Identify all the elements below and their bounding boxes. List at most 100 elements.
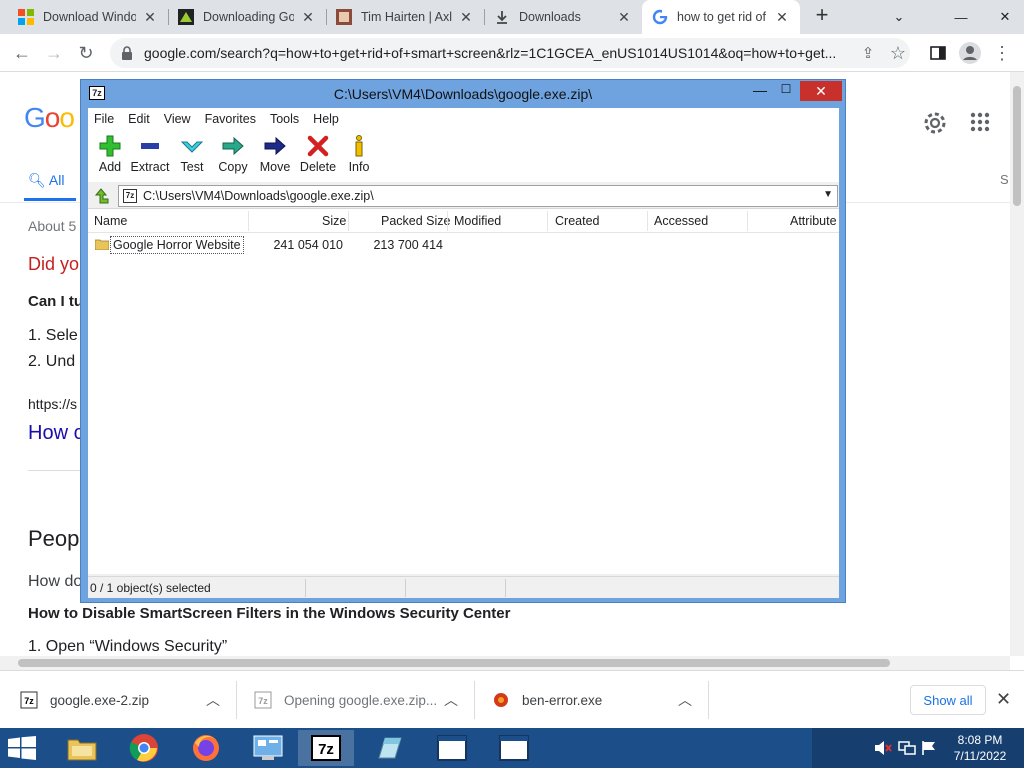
copy-arrow-icon [222,136,244,156]
settings-gear-icon[interactable] [922,110,948,136]
page-horizontal-scrollbar[interactable] [0,656,1010,670]
menu-tools[interactable]: Tools [270,112,299,126]
people-also-ask-question[interactable]: How do [28,573,82,591]
volume-muted-icon[interactable] [874,740,892,756]
window-close-icon[interactable]: ✕ [800,81,842,101]
tab-title: how to get rid of [677,10,766,24]
new-tab-button[interactable]: + [810,4,834,28]
tab-tim-hairten[interactable]: Tim Hairten | Axl ✕ [326,0,484,34]
did-you-mean[interactable]: Did yo [28,254,79,275]
zip-file-icon: 7z [254,691,272,709]
chevron-up-icon[interactable]: ︿ [678,690,692,710]
menu-edit[interactable]: Edit [128,112,150,126]
column-attributes[interactable]: Attribute [790,214,837,228]
reload-icon[interactable]: ↻ [74,41,98,65]
bookmark-star-icon[interactable]: ☆ [886,41,910,65]
close-icon[interactable]: ✕ [996,689,1011,710]
forward-icon[interactable]: → [42,41,66,65]
share-icon[interactable]: ⇪ [856,41,880,65]
result-url[interactable]: https://s [28,396,77,412]
download-item[interactable]: 7z Opening google.exe.zip... ︿ [254,671,468,729]
7zip-title-bar[interactable]: 7z C:\Users\VM4\Downloads\google.exe.zip… [81,80,845,107]
window-close-icon[interactable]: ✕ [982,0,1024,34]
download-filename: Opening google.exe.zip... [284,692,438,708]
taskbar-chrome[interactable] [116,730,172,766]
add-button[interactable]: Add [88,134,132,174]
clock-date: 7/11/2022 [953,749,1007,763]
site-favicon-icon [336,9,352,25]
close-icon[interactable]: ✕ [142,9,158,26]
taskbar-firefox[interactable] [178,730,234,766]
folder-up-icon[interactable] [92,187,110,205]
tab-google-search[interactable]: how to get rid of ✕ [642,0,800,34]
taskbar-7zip[interactable]: 7z [298,730,354,766]
close-icon[interactable]: ✕ [300,9,316,26]
archive-file-list[interactable]: Name Size Packed Size Modified Created A… [88,208,839,574]
column-name[interactable]: Name [94,214,127,228]
tab-downloads[interactable]: Downloads ✕ [484,0,642,34]
copy-button[interactable]: Copy [211,134,255,174]
column-accessed[interactable]: Accessed [654,214,708,228]
tab-all[interactable]: 🔍︎ All [28,172,64,189]
start-windows-icon[interactable] [8,736,36,760]
restore-icon[interactable] [940,0,986,34]
google-apps-icon[interactable] [970,112,990,132]
tab-download-windows[interactable]: Download Windo ✕ [8,0,168,34]
close-icon[interactable]: ✕ [774,9,790,26]
menu-help[interactable]: Help [313,112,339,126]
show-all-button[interactable]: Show all [910,685,986,715]
maximize-icon[interactable]: ☐ [775,82,797,100]
action-center-flag-icon[interactable] [920,740,938,756]
snippet-step: 2. Und [28,353,76,370]
tab-search-chevron-icon[interactable]: ⌄ [876,0,922,34]
7zip-client-area: File Edit View Favorites Tools Help Add … [88,108,839,598]
info-button[interactable]: Info [337,134,381,174]
address-url: google.com/search?q=how+to+get+rid+of+sm… [144,45,837,61]
taskbar-window[interactable] [486,730,542,766]
menu-file[interactable]: File [94,112,114,126]
taskbar-window[interactable] [424,730,480,766]
chevron-down-icon[interactable]: ▼ [823,189,833,200]
tab-strip: Download Windo ✕ Downloading Go ✕ Tim Ha… [0,0,1024,34]
column-size[interactable]: Size [322,214,346,228]
tab-downloading[interactable]: Downloading Go ✕ [168,0,326,34]
back-icon[interactable]: ← [10,41,34,65]
path-combobox[interactable]: 7z C:\Users\VM4\Downloads\google.exe.zip… [118,185,838,207]
profile-avatar-icon[interactable] [958,41,982,65]
menu-favorites[interactable]: Favorites [205,112,256,126]
address-bar[interactable]: google.com/search?q=how+to+get+rid+of+sm… [110,38,910,68]
menu-view[interactable]: View [164,112,191,126]
browser-menu-icon[interactable]: ⋮ [990,41,1014,65]
add-plus-icon [99,135,121,157]
network-icon[interactable] [898,740,916,756]
snippet-step: 1. Sele [28,327,78,344]
result-title-link[interactable]: How c [28,422,84,445]
download-filename: google.exe-2.zip [50,692,150,708]
test-button[interactable]: Test [170,134,214,174]
close-icon[interactable]: ✕ [616,9,632,26]
side-panel-icon[interactable] [926,41,950,65]
extract-button[interactable]: Extract [128,134,172,174]
extract-minus-icon [141,143,159,149]
minimize-icon[interactable]: — [749,82,771,100]
search-tools-label[interactable]: S [1000,172,1009,187]
download-item[interactable]: 7z google.exe-2.zip ︿ [20,671,230,729]
page-vertical-scrollbar[interactable] [1010,72,1024,656]
column-created[interactable]: Created [555,214,599,228]
chevron-up-icon[interactable]: ︿ [206,690,220,710]
column-packed-size[interactable]: Packed Size [381,214,450,228]
column-modified[interactable]: Modified [454,214,501,228]
move-button[interactable]: Move [253,134,297,174]
delete-button[interactable]: Delete [296,134,340,174]
taskbar-notepad[interactable] [362,730,418,766]
download-item[interactable]: ben-error.exe ︿ [492,671,702,729]
chevron-up-icon[interactable]: ︿ [444,690,458,710]
control-panel-icon [253,735,283,760]
file-list-row[interactable]: Google Horror Website 241 054 010 213 70… [88,235,839,255]
taskbar-file-explorer[interactable] [54,730,110,766]
close-icon[interactable]: ✕ [458,9,474,26]
google-logo[interactable]: Goo [24,102,75,134]
result-stats: About 5 [28,218,77,234]
taskbar-clock[interactable]: 8:08 PM 7/11/2022 [940,732,1020,764]
taskbar-control-panel[interactable] [240,730,296,766]
